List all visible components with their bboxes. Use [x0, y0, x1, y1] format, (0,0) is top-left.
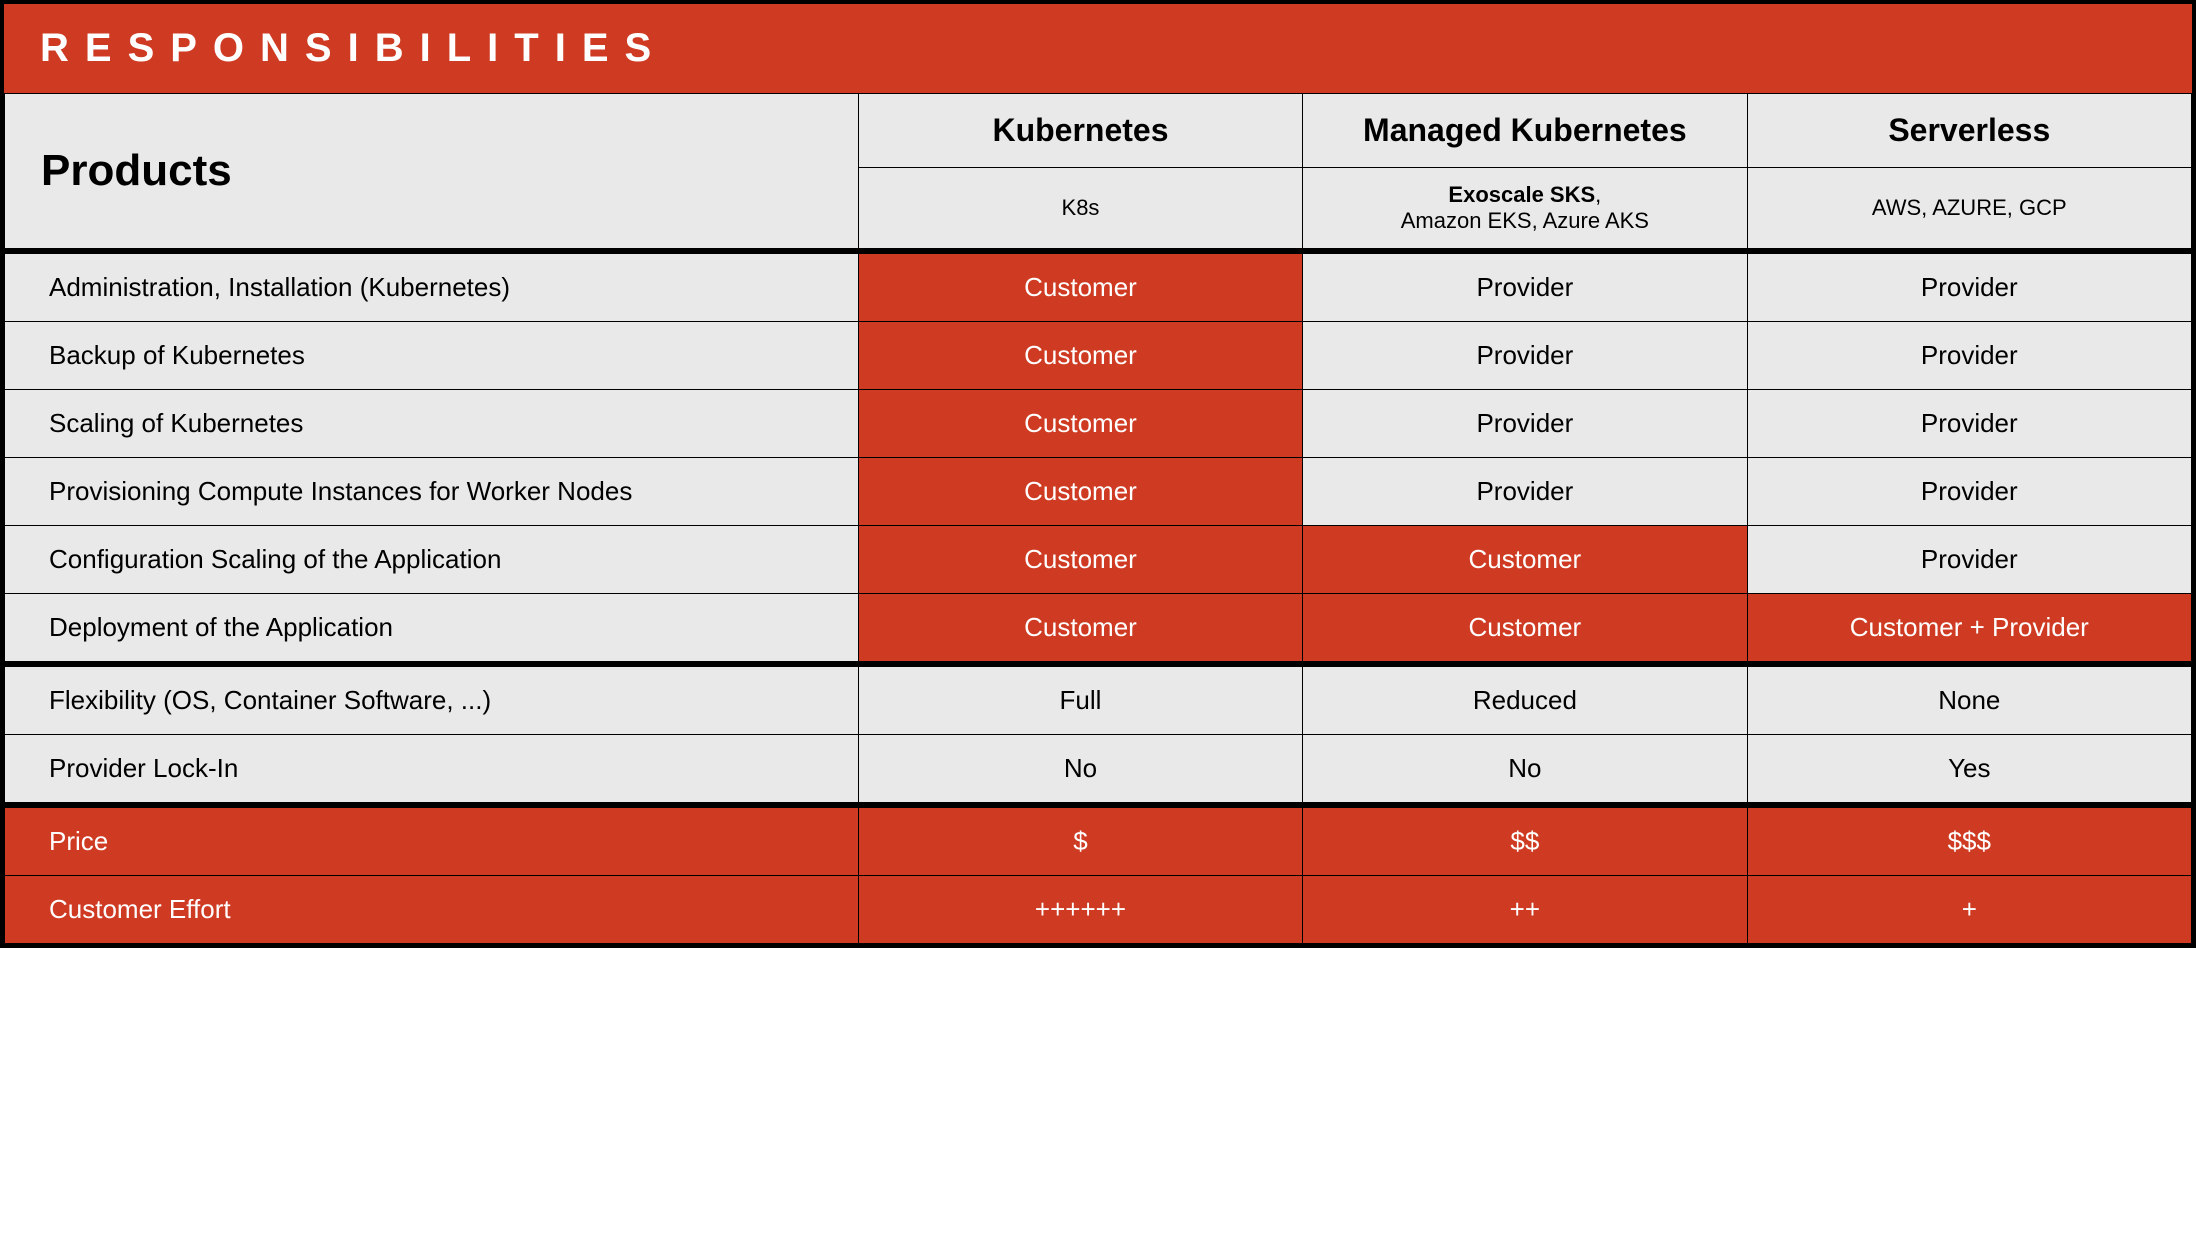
label-backup: Backup of Kubernetes — [5, 322, 859, 390]
cell-flexibility-k8s: Full — [858, 664, 1302, 735]
cell-deployment-app-k8s: Customer — [858, 594, 1302, 665]
cell-administration-serverless: Provider — [1747, 251, 2191, 322]
row-provisioning: Provisioning Compute Instances for Worke… — [5, 458, 2192, 526]
cell-scaling-k8s-managed: Provider — [1303, 390, 1747, 458]
subheader-managed: Exoscale SKS, Amazon EKS, Azure AKS — [1303, 168, 1747, 252]
cell-provisioning-managed: Provider — [1303, 458, 1747, 526]
row-backup: Backup of Kubernetes Customer Provider P… — [5, 322, 2192, 390]
cell-effort-managed: ++ — [1303, 876, 1747, 944]
row-config-scaling-app: Configuration Scaling of the Application… — [5, 526, 2192, 594]
header-kubernetes: Kubernetes — [858, 94, 1302, 168]
label-price: Price — [5, 805, 859, 876]
cell-backup-managed: Provider — [1303, 322, 1747, 390]
row-administration: Administration, Installation (Kubernetes… — [5, 251, 2192, 322]
cell-backup-k8s: Customer — [858, 322, 1302, 390]
row-flexibility: Flexibility (OS, Container Software, ...… — [5, 664, 2192, 735]
cell-provisioning-k8s: Customer — [858, 458, 1302, 526]
subheader-managed-bold: Exoscale SKS — [1448, 182, 1595, 207]
cell-backup-serverless: Provider — [1747, 322, 2191, 390]
cell-deployment-app-serverless: Customer + Provider — [1747, 594, 2191, 665]
cell-effort-k8s: ++++++ — [858, 876, 1302, 944]
cell-lockin-serverless: Yes — [1747, 735, 2191, 806]
row-lockin: Provider Lock-In No No Yes — [5, 735, 2192, 806]
cell-config-scaling-app-k8s: Customer — [858, 526, 1302, 594]
row-deployment-app: Deployment of the Application Customer C… — [5, 594, 2192, 665]
cell-lockin-managed: No — [1303, 735, 1747, 806]
label-lockin: Provider Lock-In — [5, 735, 859, 806]
header-managed-kubernetes: Managed Kubernetes — [1303, 94, 1747, 168]
title-bar: RESPONSIBILITIES — [4, 4, 2192, 93]
row-scaling-k8s: Scaling of Kubernetes Customer Provider … — [5, 390, 2192, 458]
label-effort: Customer Effort — [5, 876, 859, 944]
subheader-kubernetes: K8s — [858, 168, 1302, 252]
cell-config-scaling-app-serverless: Provider — [1747, 526, 2191, 594]
label-config-scaling-app: Configuration Scaling of the Application — [5, 526, 859, 594]
cell-deployment-app-managed: Customer — [1303, 594, 1747, 665]
label-flexibility: Flexibility (OS, Container Software, ...… — [5, 664, 859, 735]
subheader-managed-rest: Amazon EKS, Azure AKS — [1401, 208, 1649, 233]
header-serverless: Serverless — [1747, 94, 2191, 168]
subheader-serverless: AWS, AZURE, GCP — [1747, 168, 2191, 252]
responsibilities-table-container: RESPONSIBILITIES Products Kubernetes Man… — [0, 0, 2196, 948]
label-provisioning: Provisioning Compute Instances for Worke… — [5, 458, 859, 526]
cell-administration-managed: Provider — [1303, 251, 1747, 322]
row-price: Price $ $$ $$$ — [5, 805, 2192, 876]
label-scaling-k8s: Scaling of Kubernetes — [5, 390, 859, 458]
cell-flexibility-serverless: None — [1747, 664, 2191, 735]
cell-lockin-k8s: No — [858, 735, 1302, 806]
cell-config-scaling-app-managed: Customer — [1303, 526, 1747, 594]
cell-administration-k8s: Customer — [858, 251, 1302, 322]
row-effort: Customer Effort ++++++ ++ + — [5, 876, 2192, 944]
cell-scaling-k8s-serverless: Provider — [1747, 390, 2191, 458]
cell-price-k8s: $ — [858, 805, 1302, 876]
header-row-main: Products Kubernetes Managed Kubernetes S… — [5, 94, 2192, 168]
header-products: Products — [5, 94, 859, 252]
cell-effort-serverless: + — [1747, 876, 2191, 944]
cell-price-serverless: $$$ — [1747, 805, 2191, 876]
comparison-table: Products Kubernetes Managed Kubernetes S… — [4, 93, 2192, 944]
cell-scaling-k8s-k8s: Customer — [858, 390, 1302, 458]
cell-provisioning-serverless: Provider — [1747, 458, 2191, 526]
label-deployment-app: Deployment of the Application — [5, 594, 859, 665]
cell-flexibility-managed: Reduced — [1303, 664, 1747, 735]
label-administration: Administration, Installation (Kubernetes… — [5, 251, 859, 322]
cell-price-managed: $$ — [1303, 805, 1747, 876]
